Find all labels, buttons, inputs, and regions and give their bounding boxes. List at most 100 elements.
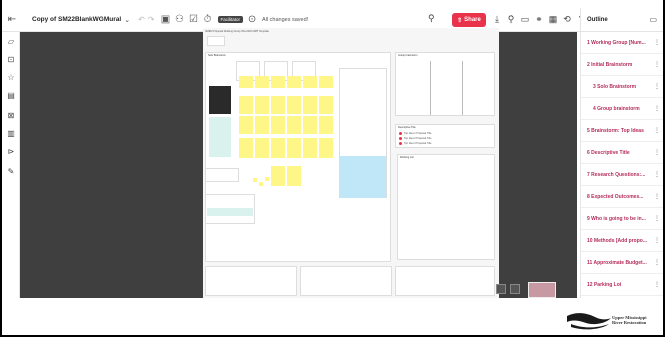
sticky-note[interactable] <box>255 138 269 158</box>
expected-outcomes-panel[interactable] <box>300 266 392 296</box>
sticky-note[interactable] <box>271 138 285 158</box>
more-icon[interactable]: ⋮ <box>654 149 660 156</box>
more-icon[interactable]: ⋮ <box>654 259 660 266</box>
checklist-icon[interactable]: ☑ <box>188 14 200 26</box>
add-user-icon[interactable]: ⚲ <box>428 13 435 24</box>
highlight-card[interactable] <box>340 156 386 198</box>
more-icon[interactable]: ⋮ <box>654 237 660 244</box>
sticky-note[interactable] <box>239 96 253 114</box>
sticky-note[interactable] <box>271 76 285 88</box>
text-icon[interactable]: ⊡ <box>6 54 16 64</box>
outline-item[interactable]: 2 Initial Brainstorm ⋮ <box>581 54 664 76</box>
outline-item[interactable]: 6 Descriptive Title ⋮ <box>581 142 664 164</box>
chevron-down-icon[interactable]: ⌄ <box>124 16 130 24</box>
group-brainstorm-panel[interactable]: Group brainstorm <box>395 52 495 116</box>
outline-item[interactable]: 4 Group brainstorm ⋮ <box>581 98 664 120</box>
solo-brainstorm-title: Solo Brainstorm <box>208 54 226 57</box>
outline-item[interactable]: 1 Working Group [Num... ⋮ <box>581 32 664 54</box>
activity-icon[interactable]: ⟲ <box>562 13 572 25</box>
outline-item[interactable]: 9 Who is going to be in... ⋮ <box>581 208 664 230</box>
vote-dot[interactable] <box>253 178 257 182</box>
working-list-panel[interactable]: Working List <box>397 154 495 260</box>
template-icon[interactable]: ▣ <box>160 14 172 26</box>
outline-item[interactable]: 12 Parking Lot ⋮ <box>581 274 664 296</box>
sticky-note[interactable] <box>271 96 285 114</box>
facilitator-badge[interactable]: Facilitator <box>217 16 244 23</box>
idea-bullet-icon <box>399 137 402 140</box>
grid-icon[interactable]: ▦ <box>548 13 558 25</box>
methods-panel[interactable] <box>395 266 495 296</box>
board-title[interactable]: Copy of SM22BlankWGMural <box>32 16 121 23</box>
more-icon[interactable]: ⋮ <box>654 193 660 200</box>
redo-icon[interactable]: ↷ <box>148 15 155 24</box>
comment-icon[interactable]: ▭ <box>649 15 657 24</box>
zoom-out-button[interactable] <box>496 284 506 294</box>
search-icon[interactable]: ⚲ <box>506 13 516 25</box>
sticky-note-icon[interactable]: ▱ <box>6 36 16 46</box>
sticky-note[interactable] <box>271 166 285 186</box>
fit-view-button[interactable] <box>510 284 520 294</box>
sticky-note[interactable] <box>319 96 333 114</box>
sticky-note[interactable] <box>319 116 333 134</box>
outline-item[interactable]: 3 Solo Brainstorm ⋮ <box>581 76 664 98</box>
idea-bullet-icon <box>399 132 402 135</box>
sticky-note[interactable] <box>287 76 301 88</box>
outline-item[interactable]: 7 Research Questions:... ⋮ <box>581 164 664 186</box>
share-button[interactable]: ⇧ Share <box>452 13 486 27</box>
sticky-note[interactable] <box>287 116 301 134</box>
collapse-sidebar-icon[interactable]: ⇤ <box>6 14 18 26</box>
more-icon[interactable]: ⋮ <box>654 39 660 46</box>
sticky-note[interactable] <box>319 138 333 158</box>
more-icon[interactable]: ⋮ <box>654 127 660 134</box>
outline-item[interactable]: 5 Brainstorm: Top Ideas ⋮ <box>581 120 664 142</box>
outline-item-label: 10 Methods [Add propo... <box>587 237 647 244</box>
sticky-note[interactable] <box>239 76 253 88</box>
download-icon[interactable]: ⤓ <box>492 13 502 25</box>
outline-item-label: 6 Descriptive Title <box>587 149 630 156</box>
research-questions-panel[interactable] <box>205 266 297 296</box>
minimap-preview[interactable] <box>528 282 556 298</box>
vote-dot[interactable] <box>265 177 269 181</box>
vote-dot[interactable] <box>259 182 263 186</box>
sticky-note[interactable] <box>271 116 285 134</box>
outline-item[interactable]: 10 Methods [Add propo... ⋮ <box>581 230 664 252</box>
image-icon[interactable]: ⊠ <box>6 110 16 120</box>
outline-item-label: 9 Who is going to be in... <box>587 215 646 222</box>
sticky-note[interactable] <box>239 116 253 134</box>
connector-icon[interactable]: ⊳ <box>6 146 16 156</box>
sticky-note[interactable] <box>303 76 317 88</box>
link-icon[interactable]: ⚭ <box>534 13 544 25</box>
mural-board[interactable]: SMEM Proposal Working Group WG-2022 MMT … <box>203 28 499 298</box>
sticky-note[interactable] <box>303 96 317 114</box>
frame-icon[interactable]: ▤ <box>6 90 16 100</box>
sticky-note[interactable] <box>255 76 269 88</box>
people-icon[interactable]: ⚇ <box>174 14 186 26</box>
sticky-note[interactable] <box>255 116 269 134</box>
timer-icon[interactable]: ⏱ <box>202 14 214 26</box>
comment-icon[interactable]: ▭ <box>520 13 530 25</box>
outline-item[interactable]: 8 Expected Outcomes... ⋮ <box>581 186 664 208</box>
more-icon[interactable]: ⋮ <box>654 83 660 90</box>
more-icon[interactable]: ⋮ <box>654 171 660 178</box>
sticky-note[interactable] <box>303 138 317 158</box>
sticky-note[interactable] <box>239 138 253 158</box>
outline-item[interactable]: 11 Approximate Budget... ⋮ <box>581 252 664 274</box>
idea-bullet-icon <box>399 142 402 145</box>
sticky-note[interactable] <box>287 166 301 186</box>
pen-icon[interactable]: ✎ <box>6 166 16 176</box>
more-icon[interactable]: ⋮ <box>654 61 660 68</box>
sticky-note[interactable] <box>287 96 301 114</box>
mural-canvas[interactable]: SMEM Proposal Working Group WG-2022 MMT … <box>20 28 577 298</box>
app-window: ⇤ Copy of SM22BlankWGMural ⌄ ↶ ↷ ▣ ⚇ ☑ ⏱… <box>0 0 665 337</box>
library-icon[interactable]: ▥ <box>6 128 16 138</box>
sticky-note[interactable] <box>255 96 269 114</box>
upload-icon: ⇧ <box>457 17 463 24</box>
sticky-note[interactable] <box>319 76 333 88</box>
shape-icon[interactable]: ☆ <box>6 72 16 82</box>
sticky-note[interactable] <box>287 138 301 158</box>
undo-icon[interactable]: ↶ <box>138 15 145 24</box>
more-icon[interactable]: ⋮ <box>654 281 660 288</box>
more-icon[interactable]: ⋮ <box>654 215 660 222</box>
sticky-note[interactable] <box>303 116 317 134</box>
more-icon[interactable]: ⋮ <box>654 105 660 112</box>
